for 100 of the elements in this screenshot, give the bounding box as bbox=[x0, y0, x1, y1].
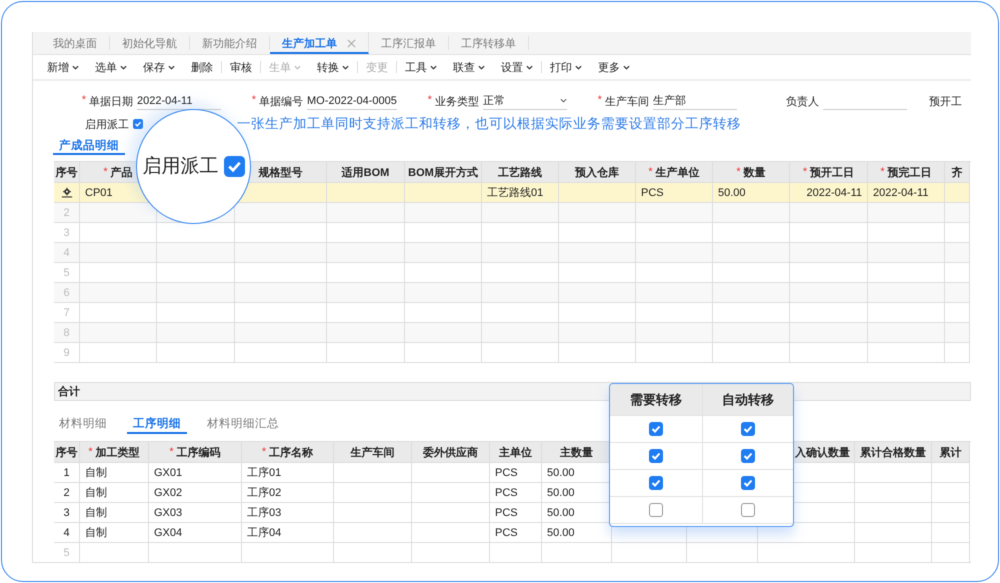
table-cell: PCS bbox=[490, 503, 542, 523]
checkbox[interactable] bbox=[740, 449, 755, 463]
field-label: 业务类型 bbox=[434, 94, 479, 108]
toolbar-button[interactable]: 选单 bbox=[87, 60, 135, 74]
table-cell bbox=[932, 483, 970, 503]
row-number-cell: 1 bbox=[54, 463, 80, 483]
column-header: 累计 bbox=[932, 442, 970, 463]
checkbox[interactable] bbox=[740, 503, 755, 517]
caret-icon bbox=[120, 64, 127, 70]
table-cell bbox=[945, 303, 970, 323]
table-cell: PCS bbox=[490, 523, 542, 543]
toolbar-button[interactable]: 设置 bbox=[493, 60, 541, 74]
gear-icon[interactable] bbox=[60, 187, 72, 198]
tab[interactable]: 初始化导航 bbox=[110, 36, 190, 50]
table-cell bbox=[945, 263, 970, 283]
dispatch-label: 启用派工 bbox=[85, 118, 129, 132]
column-header: 适用BOM bbox=[327, 162, 405, 183]
column-header: 生产车间 bbox=[334, 442, 412, 463]
tab[interactable]: 工序明细 bbox=[127, 413, 187, 434]
toolbar-button[interactable]: 联查 bbox=[445, 60, 493, 74]
tab[interactable]: 生产加工单 bbox=[270, 32, 369, 54]
table-cell bbox=[932, 503, 970, 523]
caret-icon bbox=[168, 64, 175, 70]
column-header: BOM展开方式 bbox=[405, 162, 482, 183]
column-header: 序号 bbox=[54, 442, 80, 463]
field-label: 预开工 bbox=[928, 94, 962, 108]
caret-icon bbox=[526, 64, 533, 70]
column-header: 工艺路线 bbox=[482, 162, 559, 183]
checkbox[interactable] bbox=[740, 476, 755, 490]
column-header: 自动转移 bbox=[702, 384, 793, 416]
table-cell: 自制 bbox=[80, 503, 149, 523]
table-cell: GX04 bbox=[149, 523, 242, 543]
table-cell: PCS bbox=[490, 483, 542, 503]
tab[interactable]: 材料明细汇总 bbox=[201, 413, 285, 434]
toolbar-button[interactable]: 新增 bbox=[39, 60, 87, 74]
column-header: 齐 bbox=[945, 162, 970, 183]
table-cell bbox=[932, 523, 970, 543]
toolbar-button[interactable]: 删除 bbox=[183, 60, 221, 74]
checkbox[interactable] bbox=[224, 156, 244, 177]
row-number-cell: 3 bbox=[54, 223, 80, 243]
checkbox[interactable] bbox=[133, 119, 143, 129]
close-icon[interactable] bbox=[347, 38, 356, 48]
tab[interactable]: 工序汇报单 bbox=[369, 36, 449, 50]
table-cell bbox=[945, 223, 970, 243]
toolbar-button[interactable]: 转换 bbox=[309, 60, 357, 74]
table-cell: 2022-04-11 bbox=[868, 183, 945, 203]
table-cell: 工序03 bbox=[242, 503, 334, 523]
checkbox[interactable] bbox=[740, 422, 755, 436]
toolbar-button[interactable]: 工具 bbox=[397, 60, 445, 74]
column-header: 主数量 bbox=[542, 442, 612, 463]
required-mark: * bbox=[598, 94, 602, 108]
required-mark: * bbox=[252, 94, 256, 108]
table-cell: 工序04 bbox=[242, 523, 334, 543]
table-cell: PCS bbox=[636, 183, 713, 203]
caret-icon bbox=[430, 64, 437, 70]
checkbox[interactable] bbox=[648, 422, 663, 436]
toolbar-button[interactable]: 打印 bbox=[542, 60, 590, 74]
input-field[interactable]: MO-2022-04-0005 bbox=[307, 92, 397, 110]
caret-icon bbox=[623, 64, 630, 70]
column-header: * 生产单位 bbox=[636, 162, 713, 183]
table-cell: GX01 bbox=[149, 463, 242, 483]
select-field[interactable]: 正常 bbox=[482, 92, 567, 110]
checkbox[interactable] bbox=[648, 503, 663, 517]
table-cell bbox=[945, 283, 970, 303]
row-number-cell: 5 bbox=[54, 263, 80, 283]
table-cell: 工序01 bbox=[242, 463, 334, 483]
table-cell: 工序02 bbox=[242, 483, 334, 503]
column-header: 累计合格数量 bbox=[855, 442, 932, 463]
row-number-cell: 9 bbox=[54, 343, 80, 363]
field-label: 生产车间 bbox=[604, 94, 649, 108]
tab[interactable]: 工序转移单 bbox=[449, 36, 529, 50]
toolbar-button[interactable]: 更多 bbox=[590, 60, 638, 74]
checkbox[interactable] bbox=[648, 449, 663, 463]
column-header: 主单位 bbox=[490, 442, 542, 463]
tab[interactable]: 新功能介绍 bbox=[190, 36, 270, 50]
column-header: * 工序名称 bbox=[242, 442, 334, 463]
column-header: 序号 bbox=[54, 162, 80, 183]
tab[interactable]: 我的桌面 bbox=[41, 36, 110, 50]
column-header: 委外供应商 bbox=[412, 442, 490, 463]
field-label: 负责人 bbox=[786, 94, 819, 108]
table-cell: 自制 bbox=[80, 523, 149, 543]
caret-icon bbox=[478, 64, 485, 70]
table-cell bbox=[945, 343, 970, 363]
field-label: 单据编号 bbox=[259, 94, 303, 108]
column-header: 预入仓库 bbox=[559, 162, 636, 183]
toolbar-button[interactable]: 保存 bbox=[135, 60, 183, 74]
caret-icon bbox=[294, 64, 301, 70]
caret-icon bbox=[575, 64, 582, 70]
tab[interactable]: 产成品明细 bbox=[53, 135, 125, 155]
tab[interactable]: 材料明细 bbox=[53, 413, 113, 434]
checkbox[interactable] bbox=[648, 476, 663, 490]
table-cell: 2022-04-11 bbox=[790, 183, 868, 203]
caret-icon bbox=[72, 64, 79, 70]
toolbar-button[interactable]: 审核 bbox=[222, 60, 260, 74]
column-header: * 预开工日 bbox=[790, 162, 868, 183]
table-cell: 50.00 bbox=[713, 183, 790, 203]
input-field[interactable]: 生产部 bbox=[652, 92, 737, 110]
row-number-cell: 3 bbox=[54, 503, 80, 523]
column-header: * 加工类型 bbox=[80, 442, 149, 463]
table-cell bbox=[945, 243, 970, 263]
